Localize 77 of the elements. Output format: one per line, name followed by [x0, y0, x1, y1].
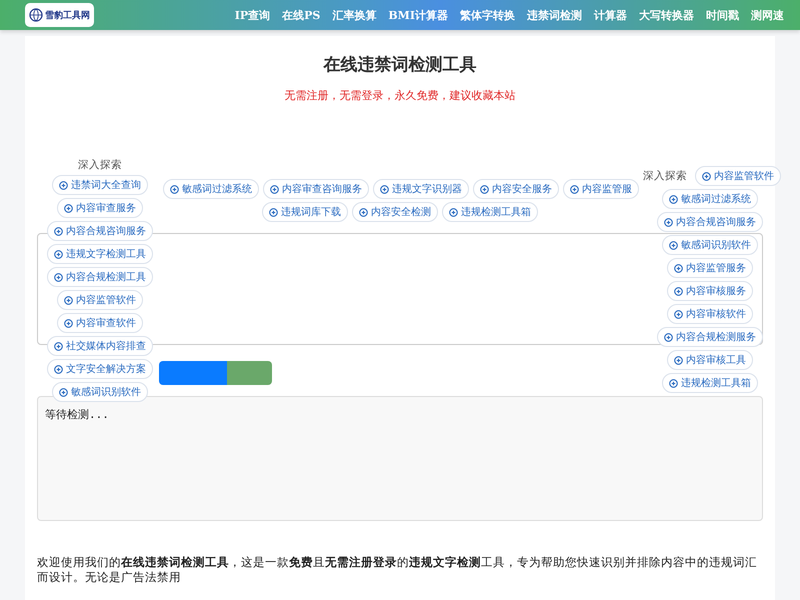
nav-link[interactable]: 汇率换算	[326, 8, 382, 22]
circle-plus-icon	[170, 184, 179, 194]
tag-link[interactable]: 违规词库下载	[262, 202, 348, 222]
tag-link[interactable]: 敏感词识别软件	[662, 235, 758, 255]
page-title: 在线违禁词检测工具	[322, 54, 478, 76]
primary-button[interactable]	[159, 361, 227, 385]
tag-link[interactable]: 敏感词识别软件	[52, 382, 148, 402]
tag-link[interactable]: 文字安全解决方案	[47, 359, 153, 379]
circle-plus-icon	[480, 184, 489, 194]
intro-paragraph: 欢迎使用我们的在线违禁词检测工具，这是一款免费且无需注册登录的违规文字检测工具，专为帮助您快速识别并排除内容中的违规词汇而设计。无论是广告法禁用	[37, 555, 758, 585]
circle-plus-icon	[449, 208, 458, 216]
circle-plus-icon	[669, 378, 678, 388]
tag-link[interactable]: 内容审查服务	[57, 198, 143, 218]
nav-link[interactable]: 大写转换器	[633, 8, 700, 22]
subtitle: 无需注册，无需登录，永久免费，建议收藏本站	[284, 88, 516, 103]
tag-link[interactable]: 内容监管软件	[695, 166, 781, 186]
tag-link[interactable]: 内容合规检测工具	[47, 267, 153, 287]
circle-plus-icon	[54, 342, 63, 350]
tag-link[interactable]: 违规文字识别器	[373, 179, 469, 199]
nav-link[interactable]: 繁体字转换	[454, 8, 521, 22]
logo-text: 雪豹工具网	[45, 10, 90, 22]
site-logo[interactable]: 雪豹工具网	[25, 3, 94, 27]
tag-link[interactable]: 内容合规咨询服务	[657, 212, 763, 232]
circle-plus-icon	[570, 184, 579, 194]
nav-link[interactable]: 计算器	[588, 8, 633, 22]
tag-link[interactable]: 违禁词大全查询	[52, 175, 148, 195]
tag-link[interactable]: 违规文字检测工具	[47, 244, 153, 264]
circle-plus-icon	[269, 208, 278, 216]
globe-icon	[29, 8, 43, 22]
tag-link[interactable]: 内容合规检测服务	[657, 327, 763, 347]
circle-plus-icon	[54, 272, 63, 282]
tag-link[interactable]: 违规检测工具箱	[662, 373, 758, 393]
secondary-button[interactable]	[227, 361, 272, 385]
circle-plus-icon	[270, 184, 279, 194]
circle-plus-icon	[674, 264, 683, 272]
tag-link[interactable]: 内容审核软件	[667, 304, 753, 324]
circle-plus-icon	[64, 296, 73, 304]
tag-link[interactable]: 内容监管软件	[57, 290, 143, 310]
nav-link[interactable]: 违禁词检测	[521, 8, 588, 22]
circle-plus-icon	[359, 208, 368, 216]
circle-plus-icon	[669, 240, 678, 250]
nav-link[interactable]: IP查询	[228, 8, 276, 22]
circle-plus-icon	[54, 226, 63, 236]
result-text: 等待检测...	[45, 408, 109, 421]
tag-link[interactable]: 内容审查软件	[57, 313, 143, 333]
circle-plus-icon	[54, 364, 63, 374]
explore-label: 深入探索	[643, 169, 687, 183]
circle-plus-icon	[59, 180, 68, 190]
nav-link[interactable]: BMI计算器	[382, 8, 454, 22]
circle-plus-icon	[64, 318, 73, 328]
circle-plus-icon	[54, 250, 63, 258]
nav-link[interactable]: 测网速	[745, 8, 790, 22]
nav-link[interactable]: 在线PS	[276, 8, 326, 22]
tag-link[interactable]: 违规检测工具箱	[442, 202, 538, 222]
circle-plus-icon	[64, 204, 73, 212]
circle-plus-icon	[59, 388, 68, 396]
circle-plus-icon	[674, 286, 683, 296]
tag-link[interactable]: 内容监管服务	[667, 258, 753, 278]
tag-link[interactable]: 内容安全检测	[352, 202, 438, 222]
tag-link[interactable]: 内容审核服务	[667, 281, 753, 301]
circle-plus-icon	[702, 172, 711, 180]
tag-link[interactable]: 内容监管服	[563, 179, 639, 199]
circle-plus-icon	[664, 218, 673, 226]
circle-plus-icon	[674, 310, 683, 318]
tag-link[interactable]: 内容安全服务	[473, 179, 559, 199]
tag-link[interactable]: 内容审查咨询服务	[263, 179, 369, 199]
circle-plus-icon	[664, 332, 673, 342]
explore-label: 深入探索	[78, 158, 122, 172]
circle-plus-icon	[669, 194, 678, 204]
circle-plus-icon	[674, 356, 683, 364]
circle-plus-icon	[380, 184, 389, 194]
tag-link[interactable]: 内容合规咨询服务	[47, 221, 153, 241]
tag-link[interactable]: 社交媒体内容排查	[47, 336, 153, 356]
tag-link[interactable]: 敏感词过滤系统	[163, 179, 259, 199]
tag-link[interactable]: 内容审核工具	[667, 350, 753, 370]
tag-link[interactable]: 敏感词过滤系统	[662, 189, 758, 209]
nav-link[interactable]: 时间戳	[700, 8, 745, 22]
